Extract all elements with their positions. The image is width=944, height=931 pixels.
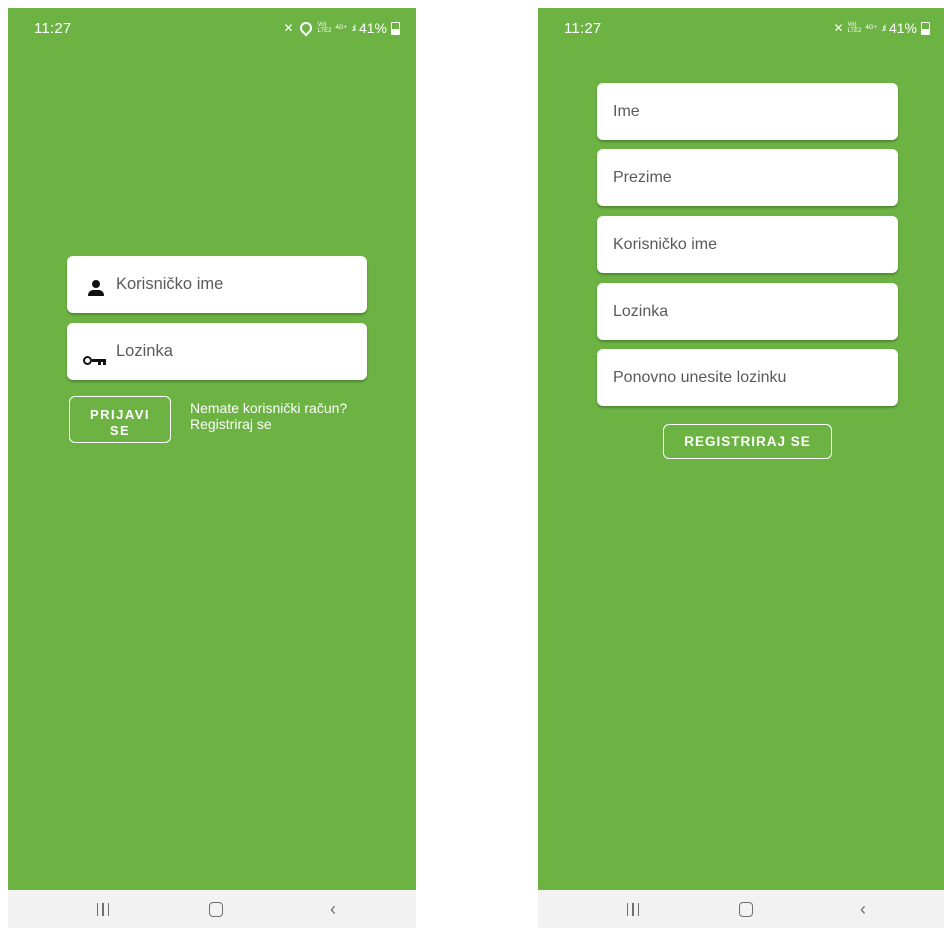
- status-icons: ✕ Vo) LTE2 4G+ .ıl 41%: [833, 20, 930, 36]
- name-field[interactable]: Ime: [597, 83, 898, 140]
- signal-icon: .ıl: [350, 23, 356, 33]
- login-screen: 11:27 ✕ Vo) LTE2 4G+ .ıl 41% Korisničko …: [8, 8, 416, 928]
- battery-percent: 41%: [888, 20, 917, 36]
- register-link-text[interactable]: Registriraj se: [190, 416, 272, 432]
- username-field[interactable]: Korisničko ime: [67, 256, 367, 313]
- battery-icon: [391, 21, 400, 35]
- login-button-label-line2: SE: [109, 423, 131, 438]
- status-bar: 11:27 ✕ Vo) LTE2 4G+ .ıl 41%: [538, 8, 944, 52]
- status-time: 11:27: [564, 20, 602, 37]
- network-gen-icon: 4G+: [335, 25, 347, 31]
- location-icon: [297, 19, 315, 37]
- mute-icon: ✕: [283, 21, 294, 35]
- register-screen: 11:27 ✕ Vo) LTE2 4G+ .ıl 41% Ime Prezime…: [538, 8, 944, 928]
- login-button[interactable]: PRIJAVI SE: [69, 396, 171, 443]
- network-icon: Vo) LTE2: [317, 22, 332, 34]
- username-placeholder: Korisničko ime: [613, 236, 718, 253]
- no-account-text: Nemate korisnički račun?: [190, 400, 348, 416]
- register-link[interactable]: Nemate korisnički račun? Registriraj se: [190, 400, 347, 432]
- password-field[interactable]: Lozinka: [597, 283, 898, 340]
- back-icon[interactable]: ‹: [308, 890, 358, 928]
- confirm-password-placeholder: Ponovno unesite lozinku: [613, 369, 787, 386]
- battery-icon: [921, 21, 930, 35]
- network-gen-icon: 4G+: [865, 25, 877, 31]
- home-icon[interactable]: [191, 890, 241, 928]
- recent-apps-icon[interactable]: [78, 890, 128, 928]
- password-placeholder: Lozinka: [613, 303, 669, 320]
- login-button-label-line1: PRIJAVI: [89, 407, 151, 422]
- battery-percent: 41%: [358, 20, 387, 36]
- surname-placeholder: Prezime: [613, 169, 672, 186]
- recent-apps-icon[interactable]: [608, 890, 658, 928]
- register-button[interactable]: REGISTRIRAJ SE: [663, 424, 832, 459]
- status-icons: ✕ Vo) LTE2 4G+ .ıl 41%: [283, 19, 400, 37]
- name-placeholder: Ime: [613, 103, 640, 120]
- signal-icon: .ıl: [880, 23, 886, 33]
- password-placeholder: Lozinka: [116, 342, 173, 360]
- network-icon: Vo) LTE2: [847, 22, 862, 34]
- surname-field[interactable]: Prezime: [597, 149, 898, 206]
- mute-icon: ✕: [833, 21, 844, 35]
- username-field[interactable]: Korisničko ime: [597, 216, 898, 273]
- password-field[interactable]: Lozinka: [67, 323, 367, 380]
- navigation-bar: ‹: [538, 890, 944, 928]
- key-icon: [83, 356, 107, 366]
- status-bar: 11:27 ✕ Vo) LTE2 4G+ .ıl 41%: [8, 8, 416, 52]
- confirm-password-field[interactable]: Ponovno unesite lozinku: [597, 349, 898, 406]
- home-icon[interactable]: [721, 890, 771, 928]
- username-placeholder: Korisničko ime: [116, 275, 224, 293]
- back-icon[interactable]: ‹: [838, 890, 888, 928]
- person-icon: [88, 280, 104, 298]
- status-time: 11:27: [34, 20, 72, 37]
- navigation-bar: ‹: [8, 890, 416, 928]
